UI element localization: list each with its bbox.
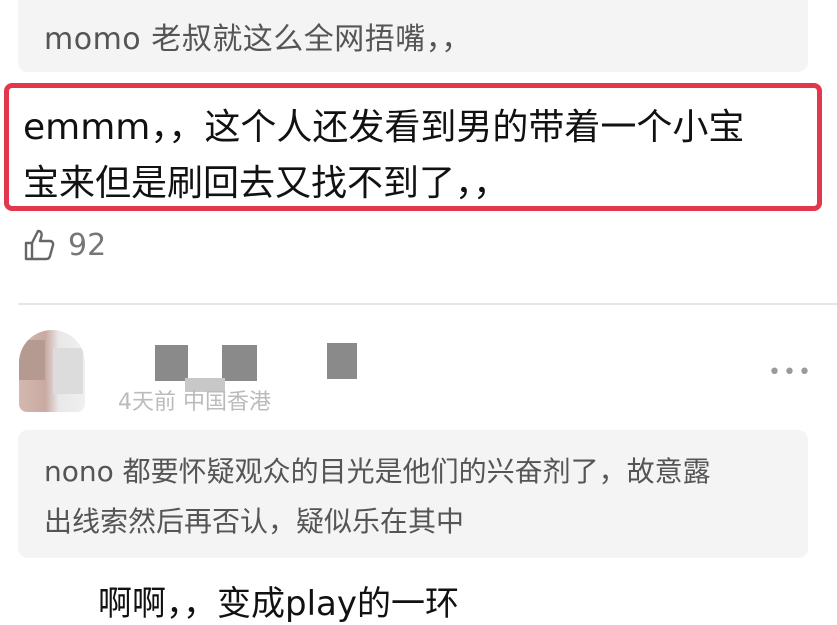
comment-line-2: 宝来但是刷回去又找不到了，，	[23, 163, 510, 204]
comment-meta: 4天前 中国香港	[118, 390, 271, 415]
quoted-comment-top: momo 老叔就这么全网捂嘴，，	[18, 0, 808, 72]
more-dots-icon[interactable]: •••	[768, 360, 813, 385]
quoted-line-2: 出线索然后再否认，疑似乐在其中	[44, 505, 465, 538]
thumbs-up-icon	[24, 229, 55, 261]
redacted-username	[222, 345, 257, 381]
avatar-pixel	[53, 348, 83, 394]
redacted-username	[155, 345, 188, 381]
comment-line-1: emmm，，这个人还发看到男的带着一个小宝	[23, 107, 745, 148]
redacted-username	[327, 343, 357, 379]
like-count: 92	[68, 227, 107, 263]
avatar[interactable]	[19, 330, 85, 412]
highlighted-comment: emmm，，这个人还发看到男的带着一个小宝 宝来但是刷回去又找不到了，，	[4, 83, 822, 211]
divider	[18, 303, 837, 305]
avatar-pixel	[19, 340, 45, 380]
reply-text: 啊啊，，变成play的一环	[98, 584, 459, 624]
quoted-comment: nono 都要怀疑观众的目光是他们的兴奋剂了，故意露 出线索然后再否认，疑似乐在…	[18, 430, 808, 558]
like-button[interactable]: 92	[22, 225, 106, 265]
quoted-text: momo 老叔就这么全网捂嘴，，	[44, 22, 472, 57]
quoted-line-1: nono 都要怀疑观众的目光是他们的兴奋剂了，故意露	[44, 455, 711, 488]
